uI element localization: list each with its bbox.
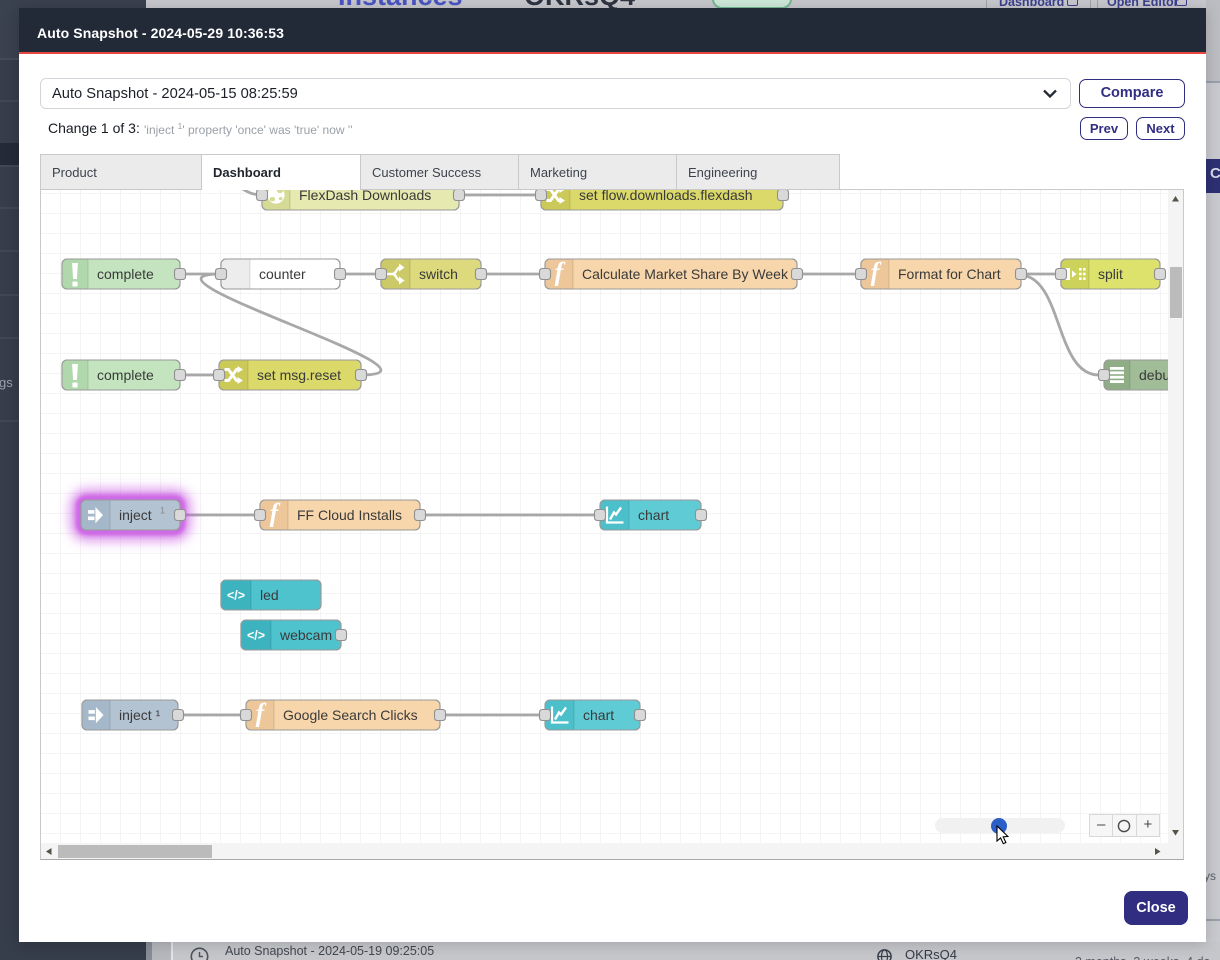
svg-text:set flow.downloads.flexdash: set flow.downloads.flexdash	[579, 190, 753, 203]
svg-text:</>: </>	[227, 589, 245, 603]
svg-text:inject ¹: inject ¹	[119, 707, 161, 723]
svg-text:1: 1	[160, 506, 165, 516]
svg-text:webcam: webcam	[279, 627, 332, 643]
svg-text:set msg.reset: set msg.reset	[257, 367, 341, 383]
svg-text:complete: complete	[97, 367, 154, 383]
svg-text:</>: </>	[247, 629, 265, 643]
svg-text:split: split	[1098, 266, 1123, 282]
svg-text:counter: counter	[259, 266, 306, 282]
svg-text:inject: inject	[119, 507, 152, 523]
svg-text:chart: chart	[638, 507, 669, 523]
svg-text:Google Search Clicks: Google Search Clicks	[283, 707, 418, 723]
svg-text:complete: complete	[97, 266, 154, 282]
svg-text:chart: chart	[583, 707, 614, 723]
svg-text:Calculate Market Share By Week: Calculate Market Share By Week	[582, 266, 789, 282]
svg-text:FlexDash Downloads: FlexDash Downloads	[299, 190, 431, 203]
svg-text:switch: switch	[419, 266, 458, 282]
svg-text:Format for Chart: Format for Chart	[898, 266, 1001, 282]
svg-text:FF Cloud Installs: FF Cloud Installs	[297, 507, 402, 523]
svg-text:debug: debug	[1139, 367, 1168, 383]
svg-text:led: led	[260, 587, 279, 603]
